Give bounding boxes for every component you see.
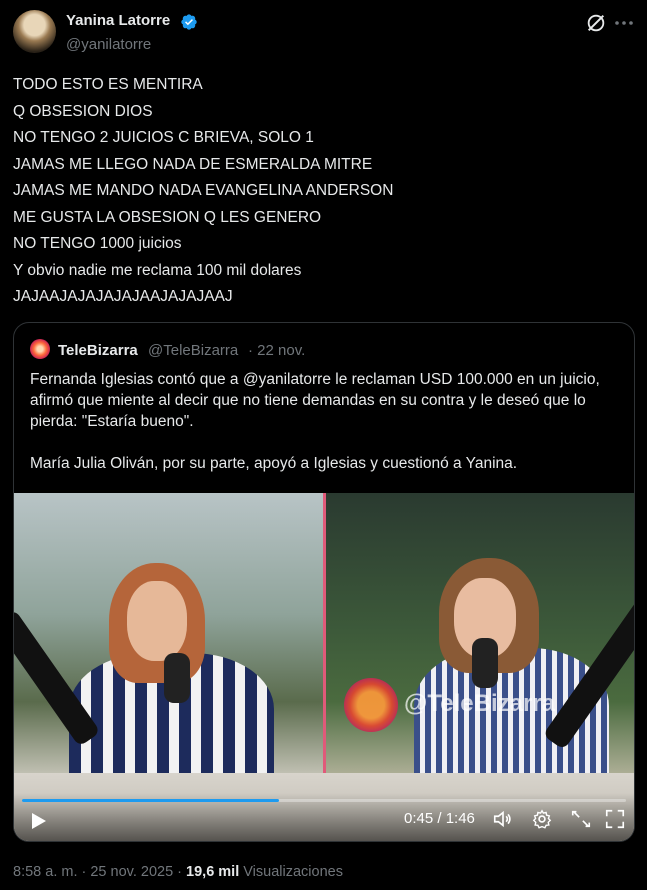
views-count: 19,6 mil — [186, 864, 240, 880]
grok-icon[interactable] — [585, 12, 607, 34]
quote-text: Fernanda Iglesias contó que a @yanilator… — [30, 369, 625, 495]
quote-date: · 22 nov. — [248, 342, 306, 359]
tweet-metadata: 8:58 a. m. · 25 nov. 2025 · 19,6 mil Vis… — [13, 864, 343, 880]
tweet-line: Q OBSESION DIOS — [13, 102, 153, 120]
video-player[interactable]: @TeleBizarra 0:45 / 1:46 — [14, 493, 634, 841]
play-icon[interactable] — [28, 811, 48, 831]
microphone-right — [472, 638, 498, 688]
settings-icon[interactable] — [531, 808, 553, 830]
video-controls: 0:45 / 1:46 — [14, 793, 634, 841]
author-avatar[interactable] — [13, 10, 56, 53]
quote-paragraph: María Julia Oliván, por su parte, apoyó … — [30, 455, 518, 472]
progress-bar[interactable] — [22, 799, 626, 802]
microphone-left — [164, 653, 190, 703]
quote-author-handle: @TeleBizarra — [148, 342, 239, 359]
watermark-text: @TeleBizarra — [404, 690, 556, 717]
tweet-line: NO TENGO 1000 juicios — [13, 235, 182, 252]
tweet-line: NO TENGO 2 JUICIOS C BRIEVA, SOLO 1 — [13, 129, 314, 146]
progress-fill — [22, 799, 279, 802]
tweet-line: TODO ESTO ES MENTIRA — [13, 76, 203, 93]
author-display-name[interactable]: Yanina Latorre — [66, 12, 170, 29]
quote-author-avatar — [30, 339, 50, 359]
tweet-line: ME GUSTA LA OBSESION Q LES GENERO — [13, 208, 322, 226]
quote-paragraph: Fernanda Iglesias contó que a @yanilator… — [30, 371, 600, 430]
views-label: Visualizaciones — [243, 864, 343, 880]
person-left-face — [127, 581, 187, 661]
tweet-text: TODO ESTO ES MENTIRA Q OBSESION DIOS NO … — [13, 72, 633, 311]
video-time: 0:45 / 1:46 — [404, 810, 475, 827]
tweet-header: Yanina Latorre @yanilatorre — [0, 0, 647, 70]
tweet-line: JAMAS ME LLEGO NADA DE ESMERALDA MITRE — [13, 155, 373, 173]
quote-author-name: TeleBizarra — [58, 342, 138, 359]
verified-badge-icon — [181, 14, 197, 30]
volume-icon[interactable] — [492, 808, 514, 830]
quoted-tweet[interactable]: TeleBizarra @TeleBizarra · 22 nov. Ferna… — [13, 322, 635, 842]
author-handle[interactable]: @yanilatorre — [66, 36, 151, 53]
watermark-logo-icon — [344, 678, 398, 732]
tweet-line: JAJAAJAJAJAJAJAAJAJAJAAJ — [13, 288, 233, 305]
tweet-line: JAMAS ME MANDO NADA EVANGELINA ANDERSON — [13, 182, 394, 199]
more-icon[interactable] — [612, 12, 636, 34]
pip-icon[interactable] — [570, 808, 592, 830]
fullscreen-icon[interactable] — [604, 808, 626, 830]
tweet-line: Y obvio nadie me reclama 100 mil dolares — [13, 261, 302, 279]
tweet-timestamp[interactable]: 8:58 a. m. · 25 nov. 2025 · — [13, 864, 182, 880]
